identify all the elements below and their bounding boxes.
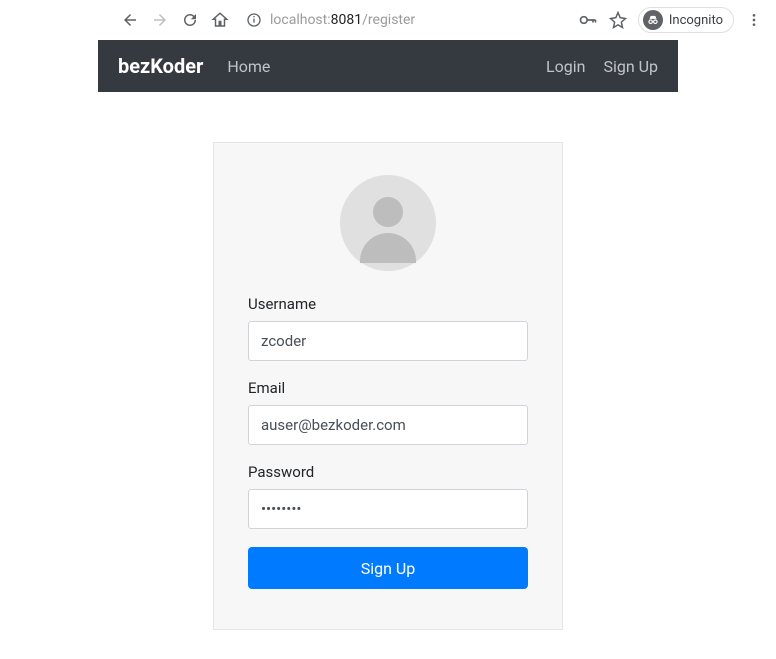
register-card: Username Email Password Sign Up [213, 142, 563, 630]
email-label: Email [248, 379, 528, 397]
signup-button[interactable]: Sign Up [248, 547, 528, 589]
reload-icon[interactable] [180, 10, 200, 30]
nav-home[interactable]: Home [227, 57, 270, 76]
app-navbar: bezKoder Home Login Sign Up [98, 40, 678, 92]
nav-signup[interactable]: Sign Up [603, 57, 658, 76]
key-icon[interactable] [578, 10, 598, 30]
url-text: localhost:8081/register [270, 12, 415, 28]
home-icon[interactable] [210, 10, 230, 30]
forward-icon[interactable] [150, 10, 170, 30]
avatar-placeholder-icon [340, 175, 436, 271]
info-icon [246, 12, 262, 28]
menu-icon[interactable] [744, 10, 764, 30]
incognito-label: Incognito [669, 13, 723, 28]
username-label: Username [248, 295, 528, 313]
address-bar[interactable]: localhost:8081/register [240, 12, 568, 28]
incognito-badge[interactable]: Incognito [638, 7, 734, 33]
nav-login[interactable]: Login [546, 57, 585, 76]
main-content: Username Email Password Sign Up [0, 92, 776, 630]
brand-logo[interactable]: bezKoder [118, 54, 203, 78]
email-input[interactable] [248, 405, 528, 445]
back-icon[interactable] [120, 10, 140, 30]
incognito-icon [643, 10, 663, 30]
star-icon[interactable] [608, 10, 628, 30]
password-input[interactable] [248, 489, 528, 529]
username-input[interactable] [248, 321, 528, 361]
password-label: Password [248, 463, 528, 481]
browser-toolbar: localhost:8081/register Incognito [0, 0, 776, 40]
